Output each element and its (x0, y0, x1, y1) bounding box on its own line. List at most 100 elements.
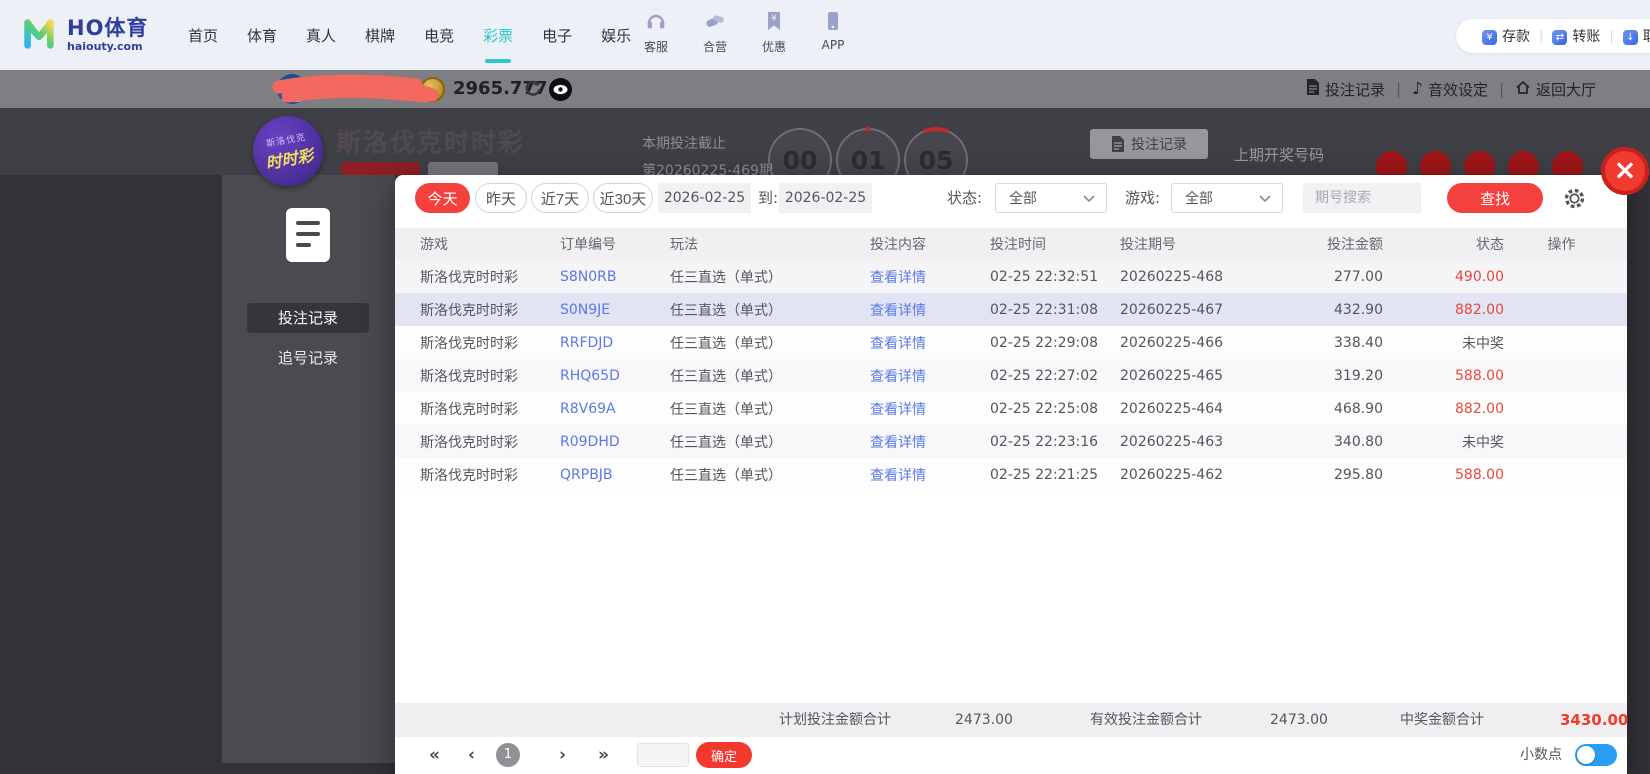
avatar[interactable] (277, 74, 307, 104)
cell-order-id[interactable]: QRPBJB (560, 467, 670, 483)
separator: | (1539, 28, 1544, 44)
current-page[interactable]: 1 (496, 743, 520, 767)
brand-domain: haiouty.com (67, 40, 143, 54)
table-header: 游戏 订单编号 玩法 投注内容 投注时间 投注期号 投注金额 状态 操作 (395, 228, 1627, 260)
nav-item-电子[interactable]: 电子 (537, 25, 577, 46)
cell-order-id[interactable]: S8N0RB (560, 269, 670, 285)
period-search-input[interactable] (1303, 183, 1421, 213)
bet-record-button[interactable]: 投注记录 (1090, 129, 1208, 159)
first-page-button[interactable]: « (429, 737, 440, 774)
filter-今天[interactable]: 今天 (415, 183, 470, 213)
prev-page-button[interactable]: ‹ (468, 737, 475, 774)
col-header-游戏: 游戏 (420, 237, 448, 253)
cell-order-id[interactable]: RHQ65D (560, 368, 670, 384)
win-total-value: 3430.00 (1560, 711, 1629, 729)
page: HO体育 haiouty.com 首页 体育 真人 棋牌 电竞 彩票 电子 娱乐 客服 合营 ¥ 优… (0, 0, 1650, 774)
close-modal-button[interactable]: × (1601, 147, 1649, 195)
table-row-S8N0RB[interactable]: 斯洛伐克时时彩 S8N0RB 任三直选（单式） 查看详情 02-25 22:32:51 2… (395, 260, 1627, 293)
confirm-page-button[interactable]: 确定 (696, 742, 752, 768)
game-select[interactable]: 全部 (1171, 183, 1283, 213)
cell-detail-link[interactable]: 查看详情 (870, 333, 990, 353)
table-row-QRPBJB[interactable]: 斯洛伐克时时彩 QRPBJB 任三直选（单式） 查看详情 02-25 22:21:25 2… (395, 458, 1627, 491)
userbar-link-音效设定[interactable]: ♪ 音效设定 (1412, 79, 1488, 100)
cell-amount: 295.80 (1334, 466, 1383, 483)
brand-logo[interactable]: HO体育 haiouty.com (20, 14, 148, 56)
cell-period: 20260225-462 (1120, 466, 1224, 483)
eye-icon[interactable] (549, 78, 572, 101)
bet-now-button-clipped[interactable] (341, 162, 420, 175)
table-row-R8V69A[interactable]: 斯洛伐克时时彩 R8V69A 任三直选（单式） 查看详情 02-25 22:25:08 2… (395, 392, 1627, 425)
cell-detail-link[interactable]: 查看详情 (870, 432, 990, 452)
quick-links: 客服 合营 ¥ 优惠 APP (633, 10, 856, 55)
cell-amount: 338.40 (1334, 334, 1383, 351)
cell-detail-link[interactable]: 查看详情 (870, 465, 990, 485)
date-from-input[interactable] (658, 183, 751, 213)
cell-detail-link[interactable]: 查看详情 (870, 399, 990, 419)
cell-game: 斯洛伐克时时彩 (420, 467, 518, 484)
wallet-link-取款[interactable]: ↓取款 (1622, 26, 1650, 46)
cell-detail-link[interactable]: 查看详情 (870, 300, 990, 320)
nav-item-娱乐[interactable]: 娱乐 (596, 25, 636, 46)
brand-logo-icon (20, 14, 58, 56)
countdown-minutes: 01 (851, 146, 886, 175)
quicklink-合营[interactable]: 合营 (692, 10, 738, 55)
cell-order-id[interactable]: RRFDJD (560, 335, 670, 351)
gear-icon[interactable] (1563, 187, 1586, 214)
table-row-S0N9JE[interactable]: 斯洛伐克时时彩 S0N9JE 任三直选（单式） 查看详情 02-25 22:31:08 2… (395, 293, 1627, 326)
nav-item-彩票[interactable]: 彩票 (478, 25, 518, 46)
sidebar-item-追号记录[interactable]: 追号记录 (247, 343, 369, 373)
col-header-玩法: 玩法 (670, 237, 698, 253)
page-number-input[interactable] (637, 743, 689, 767)
wallet-link-转账[interactable]: ⇄ 转账 (1552, 26, 1600, 46)
bet-records-modal: 今天昨天近7天近30天 到: 状态: 全部 游戏: 全部 查找 游戏 订单编号 玩法… (395, 175, 1629, 774)
game-title: 斯洛伐克时时彩 (336, 128, 526, 157)
secondary-button-clipped[interactable] (428, 162, 498, 175)
status-select[interactable]: 全部 (995, 183, 1107, 213)
nav-item-真人[interactable]: 真人 (301, 25, 341, 46)
cell-time: 02-25 22:21:25 (990, 466, 1099, 483)
last-draw-label: 上期开奖号码 (1234, 146, 1325, 164)
cell-detail-link[interactable]: 查看详情 (870, 366, 990, 386)
sidebar-item-投注记录[interactable]: 投注记录 (247, 303, 369, 333)
nav-item-首页[interactable]: 首页 (183, 25, 223, 46)
cell-order-id[interactable]: R09DHD (560, 434, 670, 450)
quicklink-APP[interactable]: APP (810, 10, 856, 55)
userbar-link-投注记录[interactable]: 投注记录 (1306, 79, 1385, 100)
refresh-balance-icon[interactable] (524, 80, 542, 102)
userbar-link-返回大厅[interactable]: 返回大厅 (1515, 79, 1596, 100)
user-bar-links: 投注记录 | ♪ 音效设定 | 返回大厅 (1306, 70, 1596, 108)
nav-item-棋牌[interactable]: 棋牌 (360, 25, 400, 46)
quicklink-客服[interactable]: 客服 (633, 10, 679, 55)
filter-昨天[interactable]: 昨天 (475, 183, 527, 213)
nav-item-体育[interactable]: 体育 (242, 25, 282, 46)
cell-time: 02-25 22:29:08 (990, 334, 1099, 351)
cell-period: 20260225-464 (1120, 400, 1224, 417)
last-page-button[interactable]: » (598, 737, 609, 774)
next-page-button[interactable]: › (559, 737, 566, 774)
cell-play: 任三直选（单式） (670, 368, 782, 385)
quicklink-优惠[interactable]: ¥ 优惠 (751, 10, 797, 55)
file-icon (1112, 136, 1124, 152)
partnership-icon (704, 10, 726, 35)
cell-order-id[interactable]: S0N9JE (560, 302, 670, 318)
date-to-label: 到: (758, 189, 779, 207)
cell-order-id[interactable]: R8V69A (560, 401, 670, 417)
cell-period: 20260225-467 (1120, 301, 1224, 318)
table-row-RHQ65D[interactable]: 斯洛伐克时时彩 RHQ65D 任三直选（单式） 查看详情 02-25 22:27:02 2… (395, 359, 1627, 392)
cell-detail-link[interactable]: 查看详情 (870, 267, 990, 287)
cell-status: 未中奖 (1462, 434, 1504, 451)
col-header-投注金额: 投注金额 (1327, 237, 1383, 253)
search-button[interactable]: 查找 (1447, 183, 1543, 213)
cell-status: 588.00 (1455, 466, 1504, 483)
filter-近30天[interactable]: 近30天 (593, 183, 653, 213)
filter-近7天[interactable]: 近7天 (531, 183, 589, 213)
date-to-input[interactable] (779, 183, 872, 213)
table-row-RRFDJD[interactable]: 斯洛伐克时时彩 RRFDJD 任三直选（单式） 查看详情 02-25 22:29:08 2… (395, 326, 1627, 359)
quicklink-label: 合营 (702, 40, 727, 54)
nav-item-电竞[interactable]: 电竞 (419, 25, 459, 46)
decimal-toggle[interactable] (1575, 744, 1617, 766)
records-sidebar: 投注记录 追号记录 (222, 175, 395, 763)
table-row-R09DHD[interactable]: 斯洛伐克时时彩 R09DHD 任三直选（单式） 查看详情 02-25 22:23:16 2… (395, 425, 1627, 458)
bet-record-button-label: 投注记录 (1131, 136, 1187, 152)
wallet-link-存款[interactable]: ¥ 存款 (1482, 26, 1530, 46)
